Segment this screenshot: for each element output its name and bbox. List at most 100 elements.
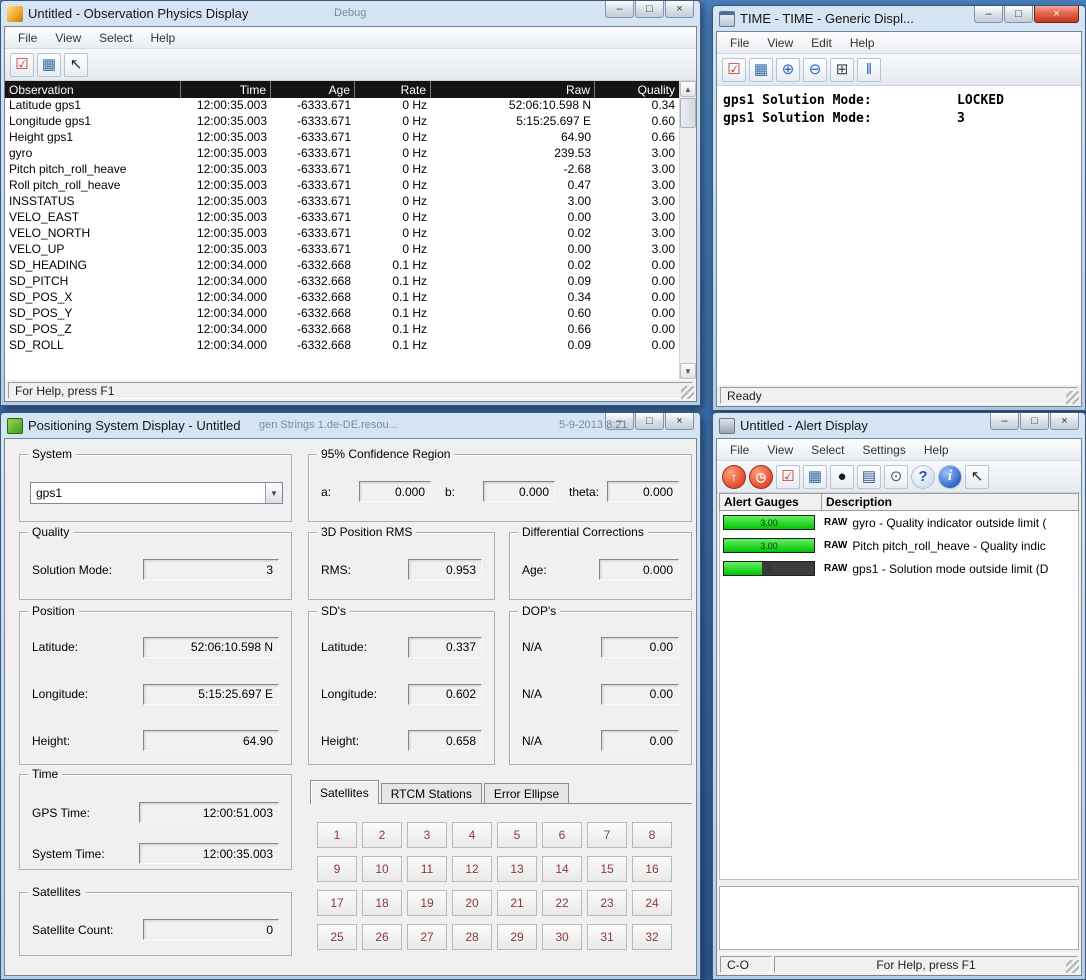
zoom-out-icon[interactable]: ⊖ [803,58,827,82]
select-cursor-icon[interactable]: ↖ [965,465,989,489]
satellite-button[interactable]: 25 [317,924,357,950]
confidence-plot-icon[interactable]: ☑ [722,58,746,82]
menu-item[interactable]: File [721,441,758,459]
satellite-button[interactable]: 7 [587,822,627,848]
table-row[interactable]: VELO_NORTH 12:00:35.003 -6333.671 0 Hz 0… [5,226,679,242]
satellite-button[interactable]: 31 [587,924,627,950]
display-settings-icon[interactable]: ▦ [749,58,773,82]
sound-icon[interactable]: ● [830,465,854,489]
maximize-button[interactable]: □ [635,413,664,430]
scroll-track[interactable] [680,129,696,363]
select-cursor-icon[interactable]: ↖ [64,53,88,77]
satellite-button[interactable]: 8 [632,822,672,848]
table-row[interactable]: Latitude gps1 12:00:35.003 -6333.671 0 H… [5,98,679,114]
satellite-button[interactable]: 29 [497,924,537,950]
alert-row[interactable]: 3.00 RAW Pitch pitch_roll_heave - Qualit… [720,534,1078,557]
menu-item[interactable]: Select [90,29,141,47]
tab[interactable]: RTCM Stations [381,783,482,803]
close-button[interactable]: × [1050,413,1079,430]
table-row[interactable]: SD_POS_X 12:00:34.000 -6332.668 0.1 Hz 0… [5,290,679,306]
satellite-button[interactable]: 16 [632,856,672,882]
satellite-button[interactable]: 10 [362,856,402,882]
satellite-button[interactable]: 2 [362,822,402,848]
maximize-button[interactable]: □ [1020,413,1049,430]
resize-grip[interactable] [1066,391,1079,404]
column-header-time[interactable]: Time [181,81,271,98]
menu-item[interactable]: View [758,441,802,459]
menu-item[interactable]: Help [915,441,958,459]
column-header-age[interactable]: Age [271,81,355,98]
minimize-button[interactable]: – [990,413,1019,430]
table-row[interactable]: INSSTATUS 12:00:35.003 -6333.671 0 Hz 3.… [5,194,679,210]
close-button[interactable]: × [1034,6,1079,23]
column-header-quality[interactable]: Quality [595,81,679,98]
alarm-up-icon[interactable]: ↑ [722,465,746,489]
column-header-alert-gauges[interactable]: Alert Gauges [720,494,822,510]
system-combo[interactable]: gps1 ▼ [30,482,283,504]
vertical-scrollbar[interactable]: ▲ ▼ [679,81,696,379]
pos-titlebar[interactable]: Positioning System Display - Untitled ge… [4,413,697,438]
satellite-button[interactable]: 21 [497,890,537,916]
table-row[interactable]: Roll pitch_roll_heave 12:00:35.003 -6333… [5,178,679,194]
satellite-button[interactable]: 17 [317,890,357,916]
table-row[interactable]: SD_POS_Z 12:00:34.000 -6332.668 0.1 Hz 0… [5,322,679,338]
table-row[interactable]: SD_HEADING 12:00:34.000 -6332.668 0.1 Hz… [5,258,679,274]
satellite-button[interactable]: 12 [452,856,492,882]
time-titlebar[interactable]: TIME - TIME - Generic Displ... –□× [716,6,1082,31]
satellite-button[interactable]: 20 [452,890,492,916]
satellite-button[interactable]: 4 [452,822,492,848]
menu-item[interactable]: File [721,34,758,52]
tab[interactable]: Satellites [310,780,379,804]
satellite-button[interactable]: 32 [632,924,672,950]
satellite-button[interactable]: 11 [407,856,447,882]
scroll-down-button[interactable]: ▼ [680,363,696,379]
table-row[interactable]: gyro 12:00:35.003 -6333.671 0 Hz 239.53 … [5,146,679,162]
alert-titlebar[interactable]: Untitled - Alert Display –□× [716,413,1082,438]
obs-titlebar[interactable]: Untitled - Observation Physics Display D… [4,1,697,26]
table-row[interactable]: SD_PITCH 12:00:34.000 -6332.668 0.1 Hz 0… [5,274,679,290]
satellite-button[interactable]: 9 [317,856,357,882]
menu-item[interactable]: Help [841,34,884,52]
confidence-plot-icon[interactable]: ☑ [10,53,34,77]
table-row[interactable]: Longitude gps1 12:00:35.003 -6333.671 0 … [5,114,679,130]
column-header-observation[interactable]: Observation [5,81,181,98]
menu-item[interactable]: Help [142,29,185,47]
alarm-history-icon[interactable]: ◷ [749,465,773,489]
pause-icon[interactable]: ‖ [857,58,881,82]
satellite-button[interactable]: 23 [587,890,627,916]
menu-item[interactable]: Select [802,441,853,459]
menu-item[interactable]: View [758,34,802,52]
table-row[interactable]: VELO_EAST 12:00:35.003 -6333.671 0 Hz 0.… [5,210,679,226]
minimize-button[interactable]: – [974,6,1003,23]
satellite-button[interactable]: 30 [542,924,582,950]
satellite-button[interactable]: 15 [587,856,627,882]
satellite-button[interactable]: 1 [317,822,357,848]
menu-item[interactable]: Edit [802,34,841,52]
satellite-button[interactable]: 19 [407,890,447,916]
table-row[interactable]: Height gps1 12:00:35.003 -6333.671 0 Hz … [5,130,679,146]
maximize-button[interactable]: □ [1004,6,1033,23]
table-row[interactable]: Pitch pitch_roll_heave 12:00:35.003 -633… [5,162,679,178]
minimize-button[interactable]: – [605,1,634,18]
resize-grip[interactable] [1066,960,1079,973]
value-line[interactable]: gps1 Solution Mode: 3 [723,110,1075,128]
scroll-up-button[interactable]: ▲ [680,81,696,97]
save-icon[interactable]: ▤ [857,465,881,489]
close-button[interactable]: × [665,413,694,430]
satellite-button[interactable]: 22 [542,890,582,916]
satellite-button[interactable]: 28 [452,924,492,950]
menu-item[interactable]: View [46,29,90,47]
alert-row[interactable]: 3 RAW gps1 - Solution mode outside limit… [720,557,1078,580]
satellite-button[interactable]: 5 [497,822,537,848]
grid-icon[interactable]: ⊞ [830,58,854,82]
column-header-raw[interactable]: Raw [431,81,595,98]
table-row[interactable]: SD_POS_Y 12:00:34.000 -6332.668 0.1 Hz 0… [5,306,679,322]
tab[interactable]: Error Ellipse [484,783,569,803]
combo-dropdown-icon[interactable]: ▼ [265,483,282,503]
search-icon[interactable]: ⊙ [884,465,908,489]
satellite-button[interactable]: 27 [407,924,447,950]
zoom-in-icon[interactable]: ⊕ [776,58,800,82]
table-row[interactable]: VELO_UP 12:00:35.003 -6333.671 0 Hz 0.00… [5,242,679,258]
column-header-description[interactable]: Description [822,494,1078,510]
menu-item[interactable]: Settings [854,441,915,459]
